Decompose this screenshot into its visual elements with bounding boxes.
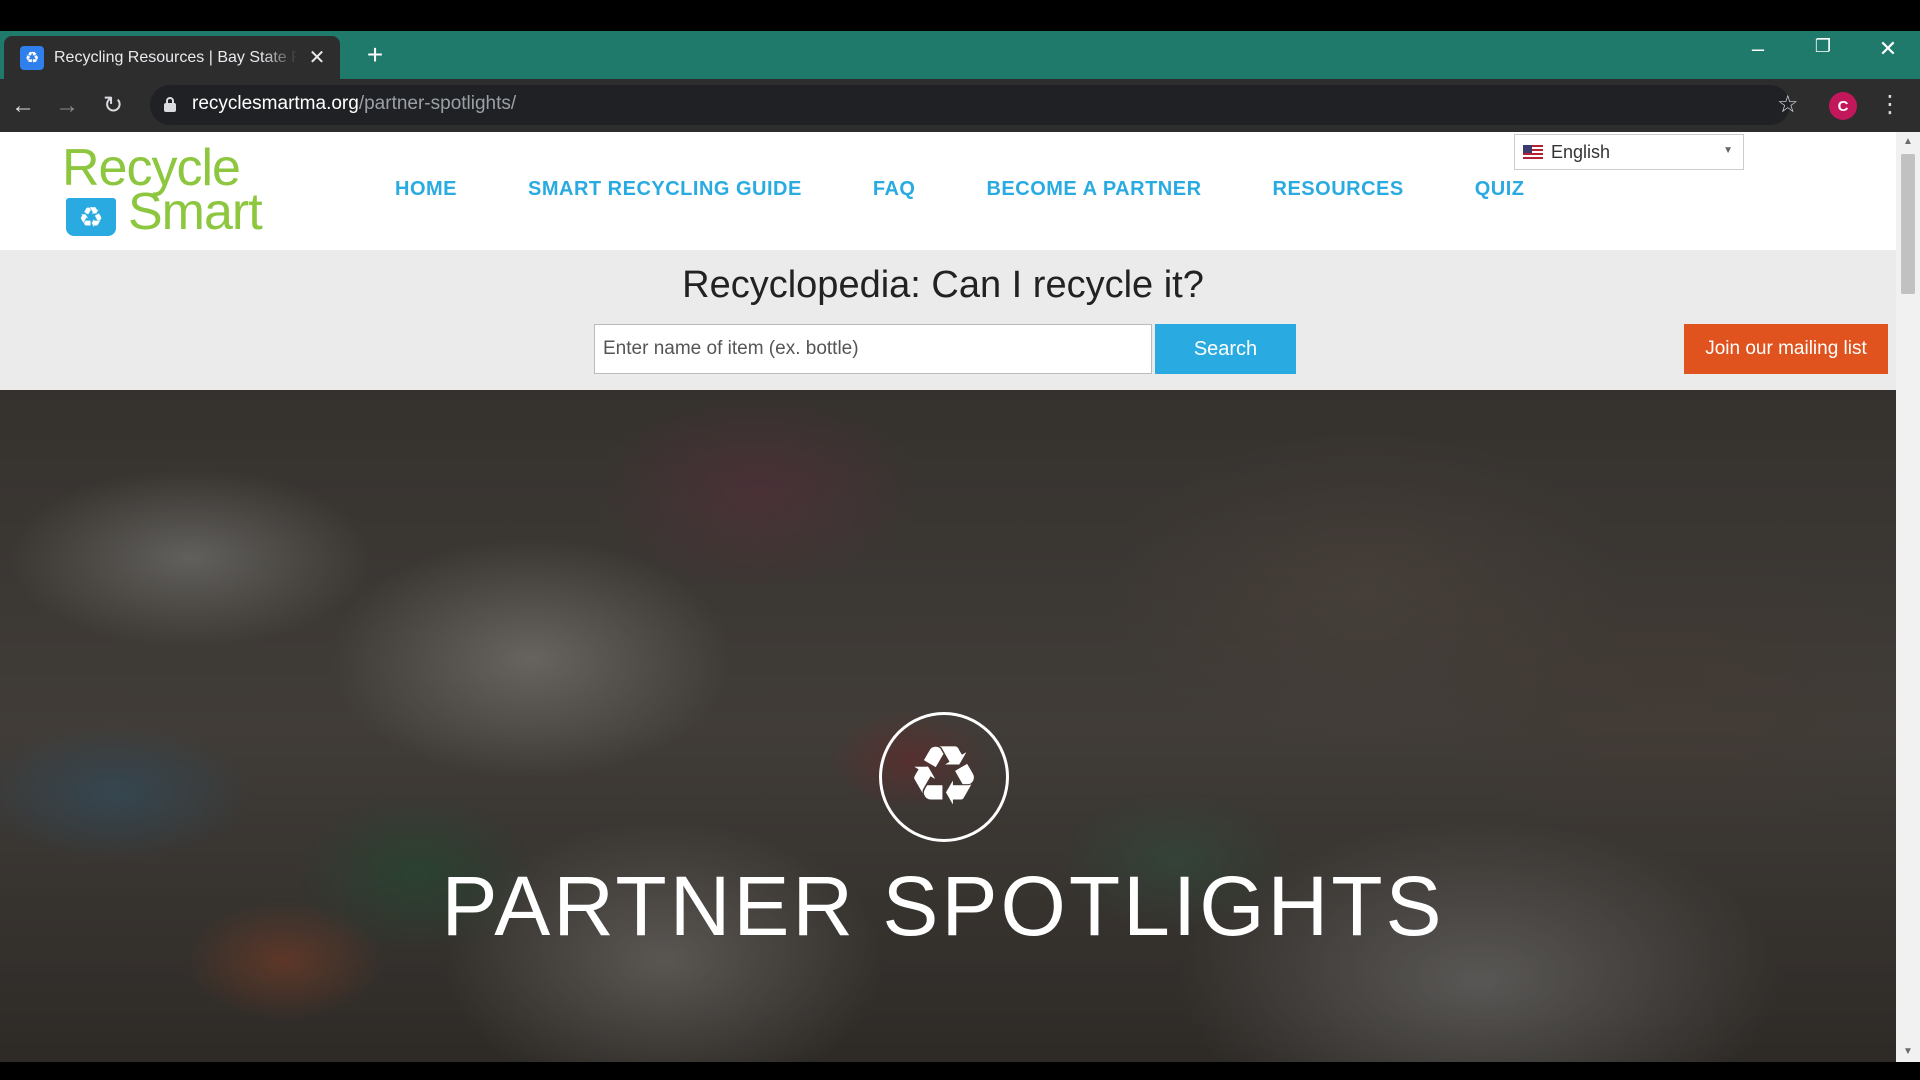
scroll-thumb[interactable] [1901, 154, 1915, 294]
tab-strip: ♻ Recycling Resources | Bay State R ✕ [0, 31, 1920, 79]
more-icon[interactable]: ⋮ [1878, 89, 1902, 121]
nav-faq[interactable]: FAQ [873, 178, 916, 201]
search-button[interactable]: Search [1155, 324, 1296, 374]
nav-smart-recycling-guide[interactable]: SMART RECYCLING GUIDE [528, 178, 802, 201]
language-select[interactable]: English ▼ [1514, 134, 1744, 170]
search-input[interactable] [594, 324, 1152, 374]
recycle-icon: ♻ [907, 731, 981, 822]
page-viewport: Recycle ♻ Smart HOME SMART RECYCLING GUI… [0, 132, 1896, 1062]
hero-title: PARTNER SPOTLIGHTS [441, 859, 1445, 953]
bottom-letterbox [0, 1062, 1920, 1080]
recyclopedia-band: Recyclopedia: Can I recycle it? Search J… [0, 250, 1896, 390]
browser-toolbar: ← → ↻ recyclesmartma.org/partner-spotlig… [0, 79, 1920, 132]
flag-us-icon [1523, 145, 1543, 159]
nav-home[interactable]: HOME [395, 178, 457, 201]
hero-banner: ♻ PARTNER SPOTLIGHTS [0, 390, 1896, 1062]
restore-icon[interactable]: ❐ [1803, 36, 1843, 57]
top-letterbox [0, 0, 1920, 31]
language-value: English [1551, 141, 1611, 162]
lock-icon[interactable] [164, 97, 176, 112]
page-scrollbar[interactable]: ▲ ▼ [1896, 132, 1920, 1062]
url-domain: recyclesmartma.org [192, 93, 359, 114]
site-header: Recycle ♻ Smart HOME SMART RECYCLING GUI… [0, 132, 1896, 250]
tab-title: Recycling Resources | Bay State R [54, 48, 298, 66]
recycle-bin-icon: ♻ [66, 198, 116, 236]
favicon-icon: ♻ [20, 45, 44, 70]
screen: ♻ Recycling Resources | Bay State R ✕ + … [0, 0, 1920, 1080]
join-mailing-list-button[interactable]: Join our mailing list [1684, 324, 1888, 374]
window-close-icon[interactable]: ✕ [1868, 36, 1908, 62]
minimize-icon[interactable]: – [1738, 36, 1778, 62]
nav-become-a-partner[interactable]: BECOME A PARTNER [986, 178, 1201, 201]
nav-quiz[interactable]: QUIZ [1475, 178, 1525, 201]
active-tab[interactable]: ♻ Recycling Resources | Bay State R ✕ [4, 36, 340, 79]
star-icon[interactable]: ☆ [1777, 91, 1799, 119]
reload-icon[interactable]: ↻ [98, 91, 128, 121]
logo-text-smart: Smart [128, 183, 263, 241]
address-bar[interactable]: recyclesmartma.org/partner-spotlights/ [150, 85, 1790, 125]
url-path: /partner-spotlights/ [358, 93, 517, 114]
scroll-up-icon[interactable]: ▲ [1896, 132, 1920, 152]
close-icon[interactable]: ✕ [306, 45, 328, 70]
recyclesmart-logo[interactable]: Recycle ♻ Smart [62, 142, 282, 242]
recyclopedia-heading: Recyclopedia: Can I recycle it? [682, 264, 1204, 306]
plus-icon[interactable]: + [358, 38, 392, 72]
nav-resources[interactable]: RESOURCES [1273, 178, 1404, 201]
profile-avatar[interactable]: C [1829, 92, 1857, 120]
scroll-down-icon[interactable]: ▼ [1896, 1042, 1920, 1062]
main-nav: HOME SMART RECYCLING GUIDE FAQ BECOME A … [395, 178, 1525, 201]
caret-down-icon: ▼ [1723, 145, 1733, 156]
url-text[interactable]: recyclesmartma.org/partner-spotlights/ [192, 93, 516, 115]
forward-icon[interactable]: → [52, 91, 82, 121]
back-icon[interactable]: ← [8, 91, 38, 121]
